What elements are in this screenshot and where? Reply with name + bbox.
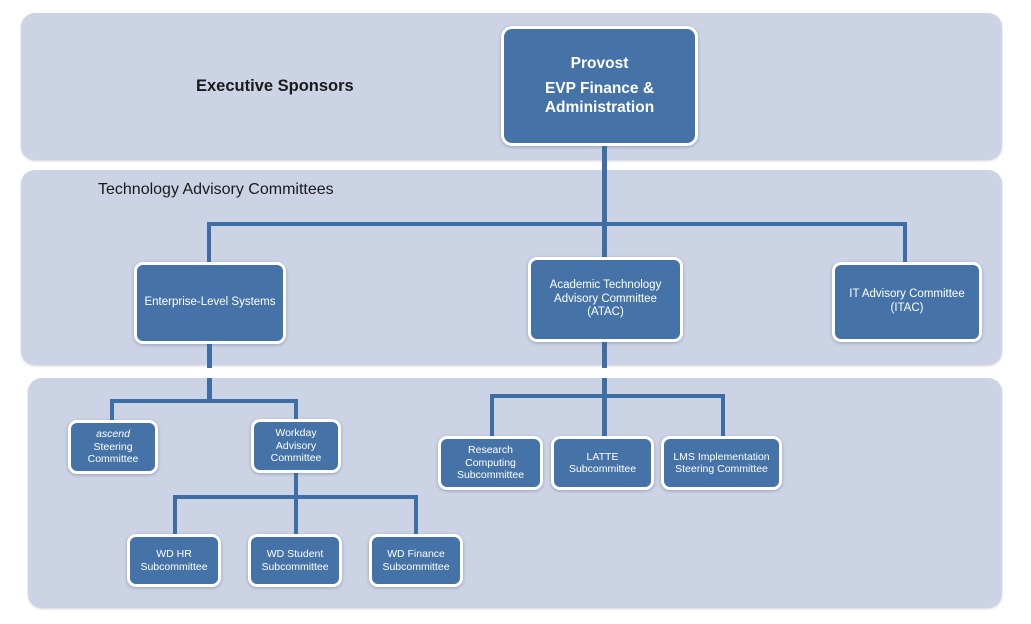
node-provost-line-3: Administration	[544, 98, 655, 116]
node-workday-advisory-committee[interactable]: Workday Advisory Committee	[251, 419, 341, 473]
connector-workday-children-bus	[173, 495, 418, 499]
connector-workday-stem	[294, 473, 298, 535]
connector-atac-stem-a	[602, 342, 607, 368]
node-lms-line-2: Steering Committee	[675, 463, 768, 475]
node-wd-finance-line-1: WD Finance	[387, 548, 445, 561]
connector-drop-lms	[721, 394, 725, 437]
node-atac-line-1: Academic Technology	[549, 279, 662, 292]
connector-atac-children-bus	[490, 394, 725, 398]
node-lms-line-1: LMS Implementation	[673, 450, 770, 463]
node-wd-hr-subcommittee[interactable]: WD HR Subcommittee	[127, 534, 221, 587]
connector-drop-enterprise-level-systems	[207, 222, 211, 262]
node-provost[interactable]: Provost EVP Finance & Administration	[501, 26, 698, 146]
node-wd-finance-line-2: Subcommittee	[382, 560, 450, 573]
connector-level2-bus	[207, 222, 907, 226]
connector-provost-stem-a	[602, 145, 607, 170]
node-ascend-line-1: ascend	[96, 428, 130, 441]
node-workday-line-2: Advisory	[275, 439, 317, 452]
node-workday-line-1: Workday	[275, 427, 317, 440]
connector-enterprise-children-bus	[110, 399, 298, 403]
node-wd-student-subcommittee[interactable]: WD Student Subcommittee	[248, 534, 342, 587]
node-enterprise-level-systems[interactable]: Enterprise-Level Systems	[134, 262, 286, 344]
node-research-computing-line-2: Computing	[465, 456, 516, 469]
node-itac-line-1: IT Advisory Committee	[849, 288, 965, 301]
node-research-computing-line-1: Research	[468, 444, 513, 457]
connector-drop-atac	[602, 222, 607, 262]
node-wd-hr-line-1: WD HR	[156, 548, 192, 561]
connector-drop-workday	[294, 399, 298, 421]
node-wd-finance-subcommittee[interactable]: WD Finance Subcommittee	[369, 534, 463, 587]
node-wd-student-line-2: Subcommittee	[261, 560, 329, 573]
connector-drop-ascend	[110, 399, 114, 421]
connector-drop-research-computing	[490, 394, 494, 437]
node-latte-line-1: LATTE	[586, 450, 619, 463]
node-research-computing-subcommittee[interactable]: Research Computing Subcommittee	[438, 436, 543, 490]
node-ascend-line-3: Committee	[87, 453, 139, 466]
node-provost-line-2: EVP Finance &	[544, 80, 655, 98]
node-ascend-steering-committee[interactable]: ascend Steering Committee	[68, 420, 158, 474]
org-chart-diagram: Executive Sponsors Technology Advisory C…	[0, 0, 1031, 624]
connector-atac-stem-b	[602, 378, 607, 437]
node-workday-line-3: Committee	[270, 452, 322, 465]
panel-label-executive-sponsors: Executive Sponsors	[196, 77, 354, 95]
node-ascend-line-2: Steering	[93, 440, 133, 453]
connector-enterprise-stem-a	[207, 344, 212, 368]
node-lms-implementation-steering-committee[interactable]: LMS Implementation Steering Committee	[661, 436, 782, 490]
node-latte-subcommittee[interactable]: LATTE Subcommittee	[551, 436, 654, 490]
node-atac-line-2: Advisory Committee (ATAC)	[554, 292, 657, 319]
panel-label-technology-advisory-committees: Technology Advisory Committees	[98, 181, 334, 198]
node-itac-line-2: (ITAC)	[890, 302, 924, 314]
node-provost-line-1: Provost	[570, 55, 629, 73]
node-academic-technology-advisory-committee[interactable]: Academic Technology Advisory Committee (…	[528, 257, 683, 342]
node-wd-student-line-1: WD Student	[266, 548, 324, 561]
node-wd-hr-line-2: Subcommittee	[140, 560, 208, 573]
connector-drop-itac	[903, 222, 907, 262]
connector-drop-wd-hr	[173, 495, 177, 535]
connector-provost-stem-b	[602, 170, 607, 225]
node-research-computing-line-3: Subcommittee	[456, 469, 525, 482]
connector-drop-wd-finance	[414, 495, 418, 535]
node-enterprise-level-systems-line-1: Enterprise-Level Systems	[144, 296, 276, 309]
node-latte-line-2: Subcommittee	[568, 463, 637, 475]
node-it-advisory-committee[interactable]: IT Advisory Committee (ITAC)	[832, 262, 982, 342]
